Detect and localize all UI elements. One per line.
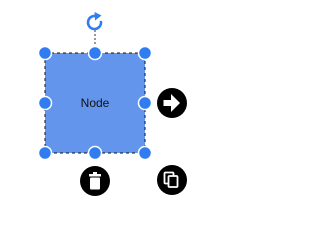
resize-handle-bottom-right[interactable] <box>137 145 153 161</box>
node-label: Node <box>81 96 110 110</box>
rotate-icon[interactable] <box>86 12 103 31</box>
resize-handle-top[interactable] <box>87 45 103 61</box>
resize-handle-top-left[interactable] <box>37 45 53 61</box>
node[interactable]: Node <box>45 53 145 153</box>
resize-handle-bottom-left[interactable] <box>37 145 53 161</box>
delete-button[interactable] <box>80 166 110 196</box>
resize-handle-bottom[interactable] <box>87 145 103 161</box>
resize-handle-left[interactable] <box>37 95 53 111</box>
trash-icon <box>89 172 101 190</box>
resize-handle-top-right[interactable] <box>137 45 153 61</box>
resize-handle-right[interactable] <box>137 95 153 111</box>
connector-button[interactable] <box>157 88 187 118</box>
copy-button[interactable] <box>157 165 187 195</box>
diagram-canvas: Node <box>37 12 187 196</box>
